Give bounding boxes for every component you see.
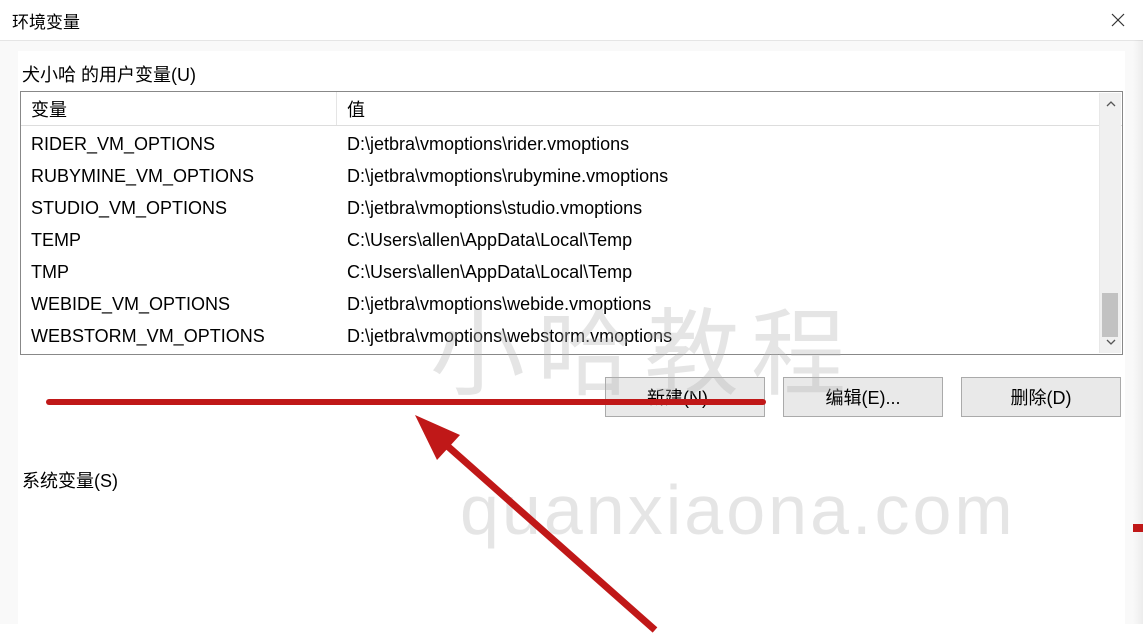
var-value: D:\jetbra\vmoptions\rubymine.vmoptions xyxy=(337,166,1122,187)
table-row[interactable]: RUBYMINE_VM_OPTIONS D:\jetbra\vmoptions\… xyxy=(21,160,1122,192)
var-name: TMP xyxy=(21,262,337,283)
column-header-value[interactable]: 值 xyxy=(337,92,1122,125)
scroll-thumb[interactable] xyxy=(1102,293,1118,337)
var-name: STUDIO_VM_OPTIONS xyxy=(21,198,337,219)
table-row[interactable]: WEBSTORM_VM_OPTIONS D:\jetbra\vmoptions\… xyxy=(21,320,1122,352)
user-vars-list[interactable]: 变量 值 RIDER_VM_OPTIONS D:\jetbra\vmoption… xyxy=(20,91,1123,355)
system-vars-label: 系统变量(S) xyxy=(22,467,1125,493)
new-button[interactable]: 新建(N)... xyxy=(605,377,765,417)
var-value: D:\jetbra\vmoptions\webide.vmoptions xyxy=(337,294,1122,315)
var-name: RIDER_VM_OPTIONS xyxy=(21,134,337,155)
table-row[interactable]: RIDER_VM_OPTIONS D:\jetbra\vmoptions\rid… xyxy=(21,128,1122,160)
chevron-up-icon xyxy=(1106,100,1116,108)
var-value: D:\jetbra\vmoptions\webstorm.vmoptions xyxy=(337,326,1122,347)
table-row[interactable]: TMP C:\Users\allen\AppData\Local\Temp xyxy=(21,256,1122,288)
var-value: C:\Users\allen\AppData\Local\Temp xyxy=(337,230,1122,251)
var-name: TEMP xyxy=(21,230,337,251)
table-row[interactable]: WEBIDE_VM_OPTIONS D:\jetbra\vmoptions\we… xyxy=(21,288,1122,320)
var-value: D:\jetbra\vmoptions\rider.vmoptions xyxy=(337,134,1122,155)
var-value: C:\Users\allen\AppData\Local\Temp xyxy=(337,262,1122,283)
close-button[interactable] xyxy=(1093,0,1143,40)
edit-button[interactable]: 编辑(E)... xyxy=(783,377,943,417)
dialog-content: 犬小哈 的用户变量(U) 变量 值 RIDER_VM_OPTIONS D:\je… xyxy=(0,40,1143,624)
scrollbar[interactable] xyxy=(1099,93,1121,353)
user-vars-label: 犬小哈 的用户变量(U) xyxy=(22,61,196,87)
title-bar: 环境变量 xyxy=(0,0,1143,40)
window-title: 环境变量 xyxy=(12,8,80,33)
delete-button[interactable]: 删除(D) xyxy=(961,377,1121,417)
var-name: WEBIDE_VM_OPTIONS xyxy=(21,294,337,315)
close-icon xyxy=(1111,13,1125,27)
table-body: RIDER_VM_OPTIONS D:\jetbra\vmoptions\rid… xyxy=(21,126,1122,354)
var-name: WEBSTORM_VM_OPTIONS xyxy=(21,326,337,347)
user-vars-buttons: 新建(N)... 编辑(E)... 删除(D) xyxy=(18,377,1121,417)
table-header: 变量 值 xyxy=(21,92,1122,126)
column-header-name[interactable]: 变量 xyxy=(21,92,337,125)
var-value: D:\jetbra\vmoptions\studio.vmoptions xyxy=(337,198,1122,219)
table-row[interactable]: TEMP C:\Users\allen\AppData\Local\Temp xyxy=(21,224,1122,256)
var-name: RUBYMINE_VM_OPTIONS xyxy=(21,166,337,187)
table-row[interactable]: STUDIO_VM_OPTIONS D:\jetbra\vmoptions\st… xyxy=(21,192,1122,224)
chevron-down-icon xyxy=(1106,338,1116,346)
scroll-up-button[interactable] xyxy=(1100,93,1121,115)
